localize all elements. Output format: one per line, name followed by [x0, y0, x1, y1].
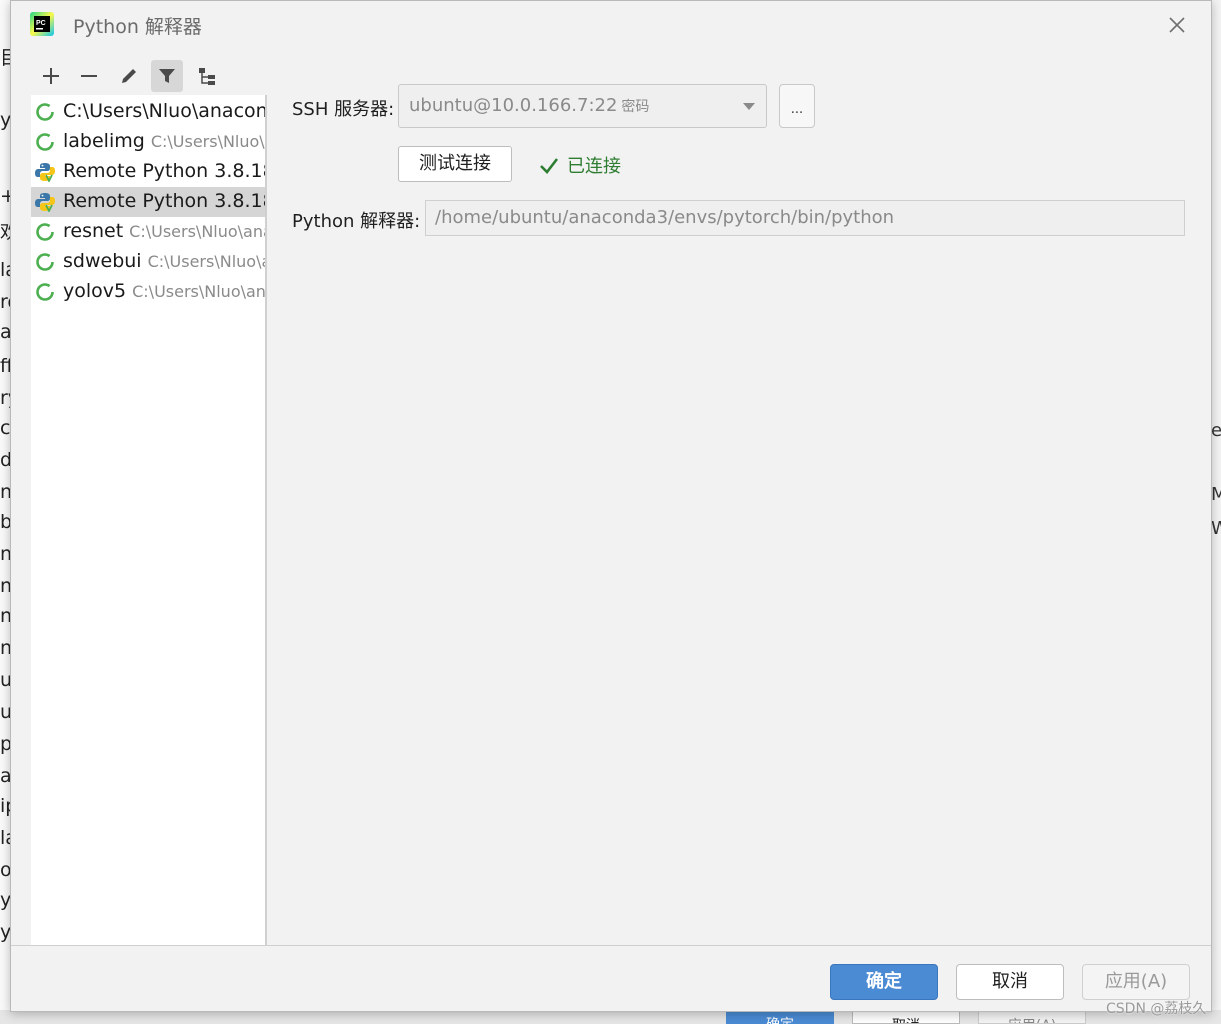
ssh-auth-type: 密码: [621, 99, 650, 115]
interpreter-list-item[interactable]: C:\Users\Nluo\anaconda: [31, 97, 265, 127]
interpreter-name: Remote Python 3.8.18 (s: [63, 190, 265, 212]
remove-icon: [81, 75, 97, 77]
interpreter-name: sdwebui C:\Users\Nluo\ar: [63, 250, 265, 272]
ssh-server-value: ubuntu@10.0.166.7:22: [409, 95, 618, 116]
interpreter-path: C:\Users\Nluo\ana: [132, 282, 265, 301]
interpreter-list-item[interactable]: resnetC:\Users\Nluo\anac: [31, 217, 265, 247]
interpreter-toolbar: [31, 57, 267, 95]
pycharm-logo-icon: PC: [30, 12, 54, 36]
interpreter-path: C:\Users\Nluo\a: [150, 132, 265, 151]
interpreter-name: labelimg C:\Users\Nluo\a: [63, 130, 265, 152]
interpreter-list: yolov5 C:\Users\Nluo\ana sdwebui C:\Users\N…: [31, 95, 265, 945]
background-right-strip: e MW: [1211, 0, 1221, 1024]
svg-text:PC: PC: [36, 20, 46, 27]
conda-ring-icon: [35, 252, 55, 272]
python-interpreter-path-field[interactable]: /home/ubuntu/anaconda3/envs/pytorch/bin/…: [425, 200, 1185, 236]
chevron-down-icon: [743, 103, 755, 110]
python-interpreter-dialog: PC Python 解释器 yolov5 C:\Users\Nluo\ana s…: [10, 0, 1212, 1012]
add-icon: [43, 68, 59, 84]
conda-ring-icon: [35, 102, 55, 122]
ssh-server-label: SSH 服务器:: [292, 99, 395, 120]
background-text-fragment: M: [1211, 484, 1221, 505]
python-interpreter-label: Python 解释器:: [292, 211, 421, 232]
tree-icon: [199, 68, 215, 85]
remove-interpreter-button[interactable]: [73, 60, 105, 92]
python-remote-icon: [35, 162, 55, 184]
connection-status: 已连接: [539, 153, 621, 177]
conda-ring-icon: [35, 132, 55, 152]
interpreter-name: yolov5 C:\Users\Nluo\ana: [63, 280, 265, 302]
background-text-fragment: W: [1211, 518, 1221, 539]
dialog-titlebar: PC Python 解释器: [11, 1, 1211, 49]
background-apply-button: 应用(A): [978, 1010, 1086, 1024]
ssh-server-value-group: ubuntu@10.0.166.7:22 密码: [409, 95, 649, 116]
background-ok-button: 确定: [726, 1010, 834, 1024]
background-cancel-button: 取消: [852, 1010, 960, 1024]
footer-divider: [11, 945, 1211, 946]
cancel-button[interactable]: 取消: [956, 964, 1064, 1000]
test-connection-button[interactable]: 测试连接: [398, 146, 512, 182]
show-paths-button[interactable]: [191, 60, 223, 92]
interpreter-path: C:\Users\Nluo\anac: [129, 222, 265, 241]
interpreter-path: C:\Users\Nluo\ar: [147, 252, 265, 271]
checkmark-icon: [540, 158, 559, 174]
edit-icon: [122, 69, 136, 83]
interpreter-name: C:\Users\Nluo\anaconda: [63, 100, 265, 122]
interpreter-list-panel: yolov5 C:\Users\Nluo\ana sdwebui C:\Users\N…: [31, 57, 267, 945]
add-interpreter-button[interactable]: [35, 60, 67, 92]
close-button[interactable]: [1161, 9, 1193, 41]
edit-interpreter-button[interactable]: [113, 60, 145, 92]
interpreter-name: Remote Python 3.8.18 (s: [63, 160, 265, 182]
background-text-fragment: e: [1211, 420, 1221, 441]
interpreter-list-item[interactable]: Remote Python 3.8.18 (s: [31, 187, 265, 217]
connection-status-text: 已连接: [567, 156, 621, 177]
filter-icon: [159, 69, 175, 83]
conda-ring-icon: [35, 222, 55, 242]
interpreter-list-item[interactable]: labelimg C:\Users\Nluo\a: [31, 127, 265, 157]
ssh-browse-button[interactable]: ...: [779, 84, 815, 128]
close-icon: [1169, 17, 1185, 33]
filter-button[interactable]: [151, 60, 183, 92]
ok-button[interactable]: 确定: [830, 964, 938, 1000]
interpreter-list-item[interactable]: yolov5 C:\Users\Nluo\ana: [31, 277, 265, 307]
background-bottom-strip: 确定 取消 应用(A): [0, 1010, 1221, 1024]
interpreter-list-item[interactable]: sdwebui C:\Users\Nluo\ar: [31, 247, 265, 277]
conda-ring-icon: [35, 282, 55, 302]
watermark: CSDN @荔枝久: [1106, 1001, 1207, 1017]
dialog-title: Python 解释器: [73, 16, 202, 38]
interpreter-list-item[interactable]: Remote Python 3.8.18 (s: [31, 157, 265, 187]
ssh-server-dropdown[interactable]: ubuntu@10.0.166.7:22 密码: [398, 84, 767, 128]
interpreter-name: resnetC:\Users\Nluo\anac: [63, 220, 265, 242]
apply-button[interactable]: 应用(A): [1082, 964, 1190, 1000]
python-remote-icon: [35, 192, 55, 214]
